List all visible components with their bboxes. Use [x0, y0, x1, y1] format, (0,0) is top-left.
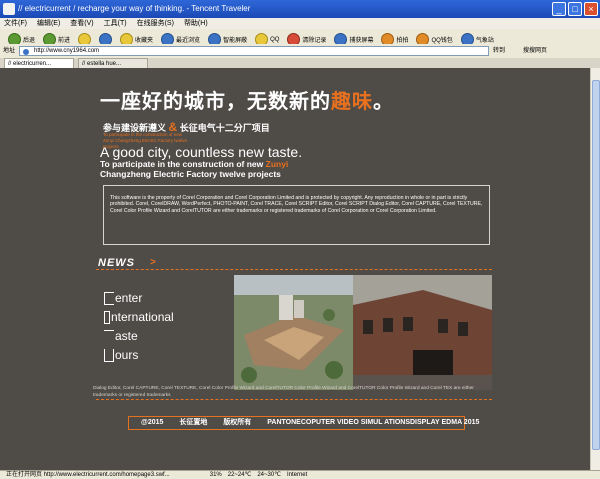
divider-top: [96, 269, 492, 270]
brand-word-taste[interactable]: aste: [104, 327, 174, 346]
status-bar: 正在打开网页 http://www.electricurrent.com/hom…: [0, 470, 600, 479]
aerial-rendering-image[interactable]: [234, 275, 353, 390]
image-caption: Dialog Editor, Corel CAPTURE, Corel TEXT…: [93, 386, 474, 398]
search-box[interactable]: 搜搜网页: [523, 44, 547, 58]
weather-temp-2: 24~30℃: [257, 472, 281, 478]
footer-tagline: PANTONECOPUTER VIDEO SIMUL ATIONSDISPLAY…: [267, 419, 480, 426]
hero-heading-en: A good city, countless new taste.: [100, 144, 303, 160]
scrollbar-thumb[interactable]: [592, 80, 600, 450]
hero-heading-cn: 一座好的城市，无数新的趣味。: [100, 91, 394, 113]
menu-edit[interactable]: 编辑(E): [37, 18, 60, 29]
go-button[interactable]: 转到: [493, 44, 505, 58]
close-button[interactable]: ×: [584, 2, 598, 16]
divider-bottom: [96, 399, 492, 400]
brand-word-center[interactable]: enter: [104, 289, 174, 308]
subheading-en: To participate in the construction of ne…: [100, 159, 289, 179]
web-content: 一座好的城市，无数新的趣味。 参与建设新遵义 & 长征电气十二分厂项目 To p…: [0, 68, 590, 470]
news-arrow-icon: >: [150, 257, 156, 268]
weather-temp: 22~24℃: [227, 472, 252, 478]
menu-tools[interactable]: 工具(T): [104, 18, 127, 29]
menu-help[interactable]: 帮助(H): [184, 18, 208, 29]
browser-app-icon: [3, 3, 15, 15]
letter-t-icon: [104, 330, 114, 343]
letter-c-icon: [104, 292, 114, 305]
menu-online-services[interactable]: 在线服务(S): [137, 18, 174, 29]
menu-bar: 文件(F) 编辑(E) 查看(V) 工具(T) 在线服务(S) 帮助(H): [0, 18, 600, 29]
aerial-rendering-svg: [234, 275, 353, 390]
letter-i-icon: [104, 311, 110, 324]
footer-bar: @2015 长征置地 版权所有 PANTONECOPUTER VIDEO SIM…: [128, 416, 479, 430]
menu-view[interactable]: 查看(V): [70, 18, 93, 29]
url-input[interactable]: http://www.cny1964.com: [19, 46, 490, 56]
brand-word-list: enter nternational aste ours: [104, 289, 174, 365]
letter-y-icon: [104, 349, 114, 362]
tab-electricurrent[interactable]: // electricurren...: [4, 58, 74, 68]
brand-word-international[interactable]: nternational: [104, 308, 174, 327]
brick-building-image[interactable]: [353, 275, 492, 390]
brand-word-yours[interactable]: ours: [104, 346, 174, 365]
zoom-level[interactable]: 31%: [210, 471, 222, 479]
window-title: // electricurrent / recharge your way of…: [18, 4, 251, 13]
status-text: 正在打开网页 http://www.electricurrent.com/hom…: [6, 472, 170, 478]
vertical-scrollbar[interactable]: [590, 68, 600, 470]
footer-year: @2015: [141, 419, 164, 426]
menu-file[interactable]: 文件(F): [4, 18, 27, 29]
maximize-button[interactable]: □: [568, 2, 582, 16]
footer-rights: 版权所有: [223, 419, 252, 426]
news-heading[interactable]: NEWS: [98, 257, 135, 269]
minimize-button[interactable]: _: [552, 2, 566, 16]
brick-building-svg: [353, 275, 492, 390]
security-zone: Internet: [286, 472, 308, 478]
copyright-box: This software is the property of Corel C…: [103, 185, 490, 245]
hero-highlight: 趣味: [331, 91, 373, 113]
footer-brand: 长征置地: [179, 419, 208, 426]
tab-estella[interactable]: // estella hue...: [78, 58, 148, 68]
address-label: 地址: [3, 48, 16, 54]
window-controls: _ □ ×: [552, 2, 598, 16]
address-bar: 地址 http://www.cny1964.com 转到 搜搜网页: [0, 44, 600, 58]
tab-strip: // electricurren... // estella hue...: [0, 58, 600, 68]
window-title-bar: // electricurrent / recharge your way of…: [0, 0, 600, 18]
